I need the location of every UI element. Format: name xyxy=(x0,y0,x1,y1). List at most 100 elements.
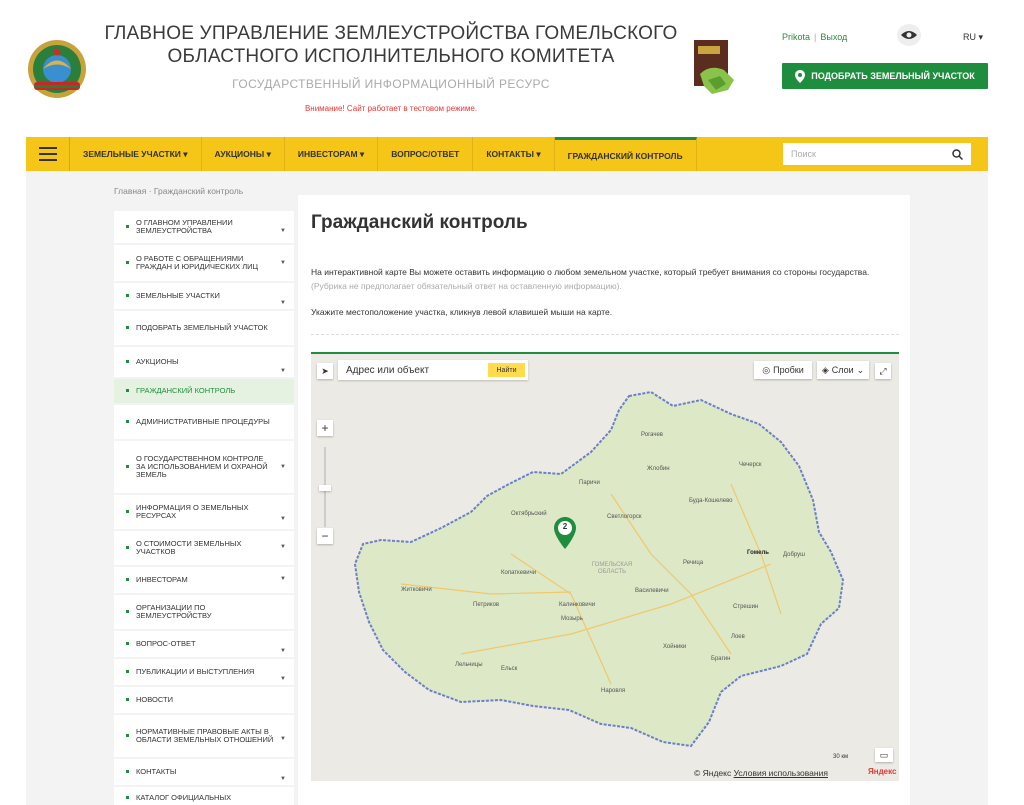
sidebar-item-appeals[interactable]: О РАБОТЕ С ОБРАЩЕНИЯМИ ГРАЖДАН И ЮРИДИЧЕ… xyxy=(114,245,294,283)
land-cadastre-book-icon[interactable] xyxy=(690,40,740,98)
sidebar-item-land-plots[interactable]: ЗЕМЕЛЬНЫЕ УЧАСТКИ ▼ xyxy=(114,283,294,311)
map-city-label: Петриков xyxy=(473,602,500,608)
page-title: Гражданский контроль xyxy=(311,212,528,233)
sidebar-item-faq[interactable]: ВОПРОС-ОТВЕТ ▼ xyxy=(114,631,294,659)
test-mode-warning: Внимание! Сайт работает в тестовом режим… xyxy=(304,104,478,113)
zoom-out-button[interactable]: − xyxy=(317,528,333,544)
sidebar-item-legal-acts[interactable]: НОРМАТИВНЫЕ ПРАВОВЫЕ АКТЫ В ОБЛАСТИ ЗЕМЕ… xyxy=(114,715,294,759)
traffic-button[interactable]: ◎ Пробки xyxy=(754,361,812,379)
sidebar-item-land-cost[interactable]: О СТОИМОСТИ ЗЕМЕЛЬНЫХ УЧАСТКОВ ▼ xyxy=(114,531,294,567)
eye-icon[interactable] xyxy=(897,24,921,46)
sidebar-item-contacts[interactable]: КОНТАКТЫ ▼ xyxy=(114,759,294,787)
sidebar-item-state-control[interactable]: О ГОСУДАРСТВЕННОМ КОНТРОЛЕ ЗА ИСПОЛЬЗОВА… xyxy=(114,441,294,495)
breadcrumb[interactable]: Главная · Гражданский контроль xyxy=(114,186,243,196)
map-copyright: © Яндекс Условия использования xyxy=(694,768,828,778)
sidebar-item-land-info[interactable]: ИНФОРМАЦИЯ О ЗЕМЕЛЬНЫХ РЕСУРСАХ ▼ xyxy=(114,495,294,531)
sidebar-item-organizations[interactable]: ОРГАНИЗАЦИИ ПО ЗЕМЛЕУСТРОЙСТВУ xyxy=(114,595,294,631)
map-city-label: Рогачев xyxy=(641,432,663,438)
main-nav: ЗЕМЕЛЬНЫЕ УЧАСТКИ ▾ АУКЦИОНЫ ▾ ИНВЕСТОРА… xyxy=(26,137,988,171)
logout-link[interactable]: Выход xyxy=(820,32,847,42)
chevron-down-icon: ▼ xyxy=(280,736,286,742)
state-emblem-icon xyxy=(26,38,88,100)
org-title: ГЛАВНОЕ УПРАВЛЕНИЕ ЗЕМЛЕУСТРОЙСТВА ГОМЕЛ… xyxy=(104,23,678,67)
sidebar-item-investors[interactable]: ИНВЕСТОРАМ ▼ xyxy=(114,567,294,595)
chevron-down-icon: ▼ xyxy=(280,260,286,266)
nav-land-plots[interactable]: ЗЕМЕЛЬНЫЕ УЧАСТКИ ▾ xyxy=(70,137,202,171)
nav-auctions[interactable]: АУКЦИОНЫ ▾ xyxy=(202,137,285,171)
map-terms-link[interactable]: Условия использования xyxy=(734,768,828,778)
user-profile-link[interactable]: Prikota xyxy=(782,32,810,42)
map-city-label: Калинковичи xyxy=(559,602,596,608)
nav-contacts[interactable]: КОНТАКТЫ ▾ xyxy=(473,137,555,171)
map-city-label: Хойники xyxy=(663,644,687,650)
yandex-logo[interactable]: Яндекс xyxy=(868,767,896,776)
nav-faq[interactable]: ВОПРОС/ОТВЕТ xyxy=(378,137,474,171)
pick-land-plot-button[interactable]: ПОДОБРАТЬ ЗЕМЕЛЬНЫЙ УЧАСТОК xyxy=(782,63,988,89)
interactive-map[interactable]: ➤ Адрес или объект Найти ◎ Пробки ◈ Слои ⌄ … xyxy=(311,352,899,781)
map-hint-text: Укажите местоположение участка, кликнув … xyxy=(311,307,613,317)
geolocation-icon[interactable]: ➤ xyxy=(317,363,333,379)
map-city-label: Паричи xyxy=(579,480,600,486)
map-city-label: Буда-Кошелево xyxy=(689,498,733,504)
map-scale: 30 км xyxy=(833,754,849,760)
language-select[interactable]: RU ▾ xyxy=(963,32,983,43)
chevron-down-icon: ▼ xyxy=(280,300,286,306)
sidebar-menu: О ГЛАВНОМ УПРАВЛЕНИИ ЗЕМЛЕУСТРОЙСТВА ▼ О … xyxy=(114,211,294,805)
layers-button[interactable]: ◈ Слои ⌄ xyxy=(817,361,869,379)
chevron-down-icon: ⌄ xyxy=(856,364,865,375)
chevron-down-icon: ▼ xyxy=(280,368,286,374)
map-city-label: Житковичи xyxy=(401,587,432,593)
map-region-label: ГОМЕЛЬСКАЯ ОБЛАСТЬ xyxy=(591,562,633,575)
map-find-button[interactable]: Найти xyxy=(488,363,525,377)
chevron-down-icon: ▼ xyxy=(280,648,286,654)
map-city-label: Лоев xyxy=(731,634,745,640)
search-icon[interactable] xyxy=(952,148,963,160)
chevron-down-icon: ▼ xyxy=(280,676,286,682)
map-city-label: Речица xyxy=(683,560,704,566)
chevron-down-icon: ▼ xyxy=(280,516,286,522)
sidebar-item-catalog[interactable]: КАТАЛОГ ОФИЦИАЛЬНЫХ xyxy=(114,787,294,805)
map-city-label: Стрешин xyxy=(733,604,759,610)
sidebar-item-publications[interactable]: ПУБЛИКАЦИИ И ВЫСТУПЛЕНИЯ ▼ xyxy=(114,659,294,687)
chevron-down-icon: ▼ xyxy=(280,464,286,470)
chevron-down-icon: ▼ xyxy=(280,576,286,582)
sidebar-item-auctions[interactable]: АУКЦИОНЫ ▼ xyxy=(114,347,294,379)
map-city-label: Гомель xyxy=(747,550,769,556)
traffic-icon: ◎ xyxy=(762,364,771,375)
map-city-label: Лельчицы xyxy=(455,662,483,668)
chevron-down-icon: ▼ xyxy=(280,544,286,550)
map-city-label: Светлогорск xyxy=(607,514,642,520)
menu-icon[interactable] xyxy=(26,137,70,171)
map-city-label: Копаткевичи xyxy=(501,570,537,576)
sidebar-item-admin-procedures[interactable]: АДМИНИСТРАТИВНЫЕ ПРОЦЕДУРЫ xyxy=(114,405,294,441)
chevron-down-icon: ▼ xyxy=(280,228,286,234)
divider xyxy=(311,334,899,335)
nav-civil-control[interactable]: ГРАЖДАНСКИЙ КОНТРОЛЬ xyxy=(554,137,697,171)
ruler-icon[interactable]: ▭ xyxy=(875,748,893,762)
sidebar-item-about[interactable]: О ГЛАВНОМ УПРАВЛЕНИИ ЗЕМЛЕУСТРОЙСТВА ▼ xyxy=(114,211,294,245)
sidebar-item-news[interactable]: НОВОСТИ xyxy=(114,687,294,715)
map-city-label: Жлобин xyxy=(647,466,670,472)
sidebar-item-pick-plot[interactable]: ПОДОБРАТЬ ЗЕМЕЛЬНЫЙ УЧАСТОК xyxy=(114,311,294,347)
org-subtitle: ГОСУДАРСТВЕННЫЙ ИНФОРМАЦИОННЫЙ РЕСУРС xyxy=(232,77,550,91)
map-city-label: Ельск xyxy=(501,666,518,672)
map-city-label: Мозырь xyxy=(561,616,583,622)
zoom-slider-handle[interactable] xyxy=(319,485,331,491)
user-links: Prikota | Выход xyxy=(782,32,848,42)
map-city-label: Наровля xyxy=(601,688,626,694)
map-pin-icon xyxy=(795,69,806,83)
layers-icon: ◈ xyxy=(821,364,829,375)
map-city-label: Октябрьский xyxy=(511,511,547,517)
search-input[interactable]: Поиск xyxy=(783,143,971,165)
map-city-label: Добруш xyxy=(783,552,805,558)
intro-text: На интерактивной карте Вы можете оставит… xyxy=(311,267,870,291)
chevron-down-icon: ▼ xyxy=(280,776,286,782)
map-marker-cluster[interactable]: 2 xyxy=(554,517,576,554)
fullscreen-icon[interactable]: ⤢ xyxy=(875,363,891,379)
map-city-label: Чечерск xyxy=(739,462,762,468)
sidebar-item-civil-control[interactable]: ГРАЖДАНСКИЙ КОНТРОЛЬ xyxy=(114,379,294,405)
zoom-in-button[interactable]: + xyxy=(317,420,333,436)
nav-investors[interactable]: ИНВЕСТОРАМ ▾ xyxy=(285,137,379,171)
map-city-label: Василевичи xyxy=(635,588,669,594)
map-city-label: Брагин xyxy=(711,656,731,662)
